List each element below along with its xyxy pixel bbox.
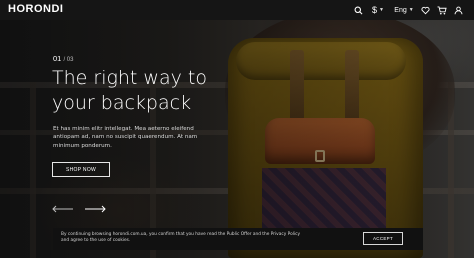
accept-cookies-button[interactable]: ACCEPT [363,232,403,245]
language-label: Eng [394,6,407,14]
hero-description-line: Et has minim elitr intellegat. Mea aeter… [53,126,194,132]
hero-description-line: minimum ponderum. [53,142,112,149]
shop-now-button[interactable]: SHOP NOW [52,162,110,177]
slide-current: 01 [53,54,62,63]
hero-description: Et has minim elitr intellegat. Mea aeter… [53,125,203,150]
hero-title: The right way to your backpack [52,66,252,116]
hero-title-line: The right way to [52,67,207,89]
slider-arrows [52,200,108,213]
cookie-text-line: and agree to the use of cookies. [61,238,131,244]
user-icon[interactable] [453,3,463,17]
currency-selector[interactable]: $ ▼ [370,3,386,17]
cookie-text: By continuing browsing horondi.com.ua, y… [61,232,321,244]
chevron-down-icon: ▼ [379,7,384,13]
prev-arrow-icon[interactable] [52,200,74,218]
language-selector[interactable]: Eng ▼ [394,3,414,17]
hero-title-line: your backpack [52,92,192,114]
cookie-banner: By continuing browsing horondi.com.ua, y… [53,228,423,250]
slide-counter: 01 / 03 [53,54,73,63]
next-arrow-icon[interactable] [84,200,106,218]
heart-icon[interactable] [420,3,430,17]
search-icon[interactable] [353,3,363,17]
site-header: HORONDI $ ▼ Eng ▼ [0,0,474,20]
chevron-down-icon: ▼ [408,7,414,13]
hero-description-line: antiopam ad, nam no suscipit quaerendum.… [53,134,198,141]
slide-total: / 03 [63,57,74,63]
currency-icon: $ [372,5,378,15]
cart-icon[interactable] [436,3,447,17]
logo[interactable]: HORONDI [8,3,63,15]
